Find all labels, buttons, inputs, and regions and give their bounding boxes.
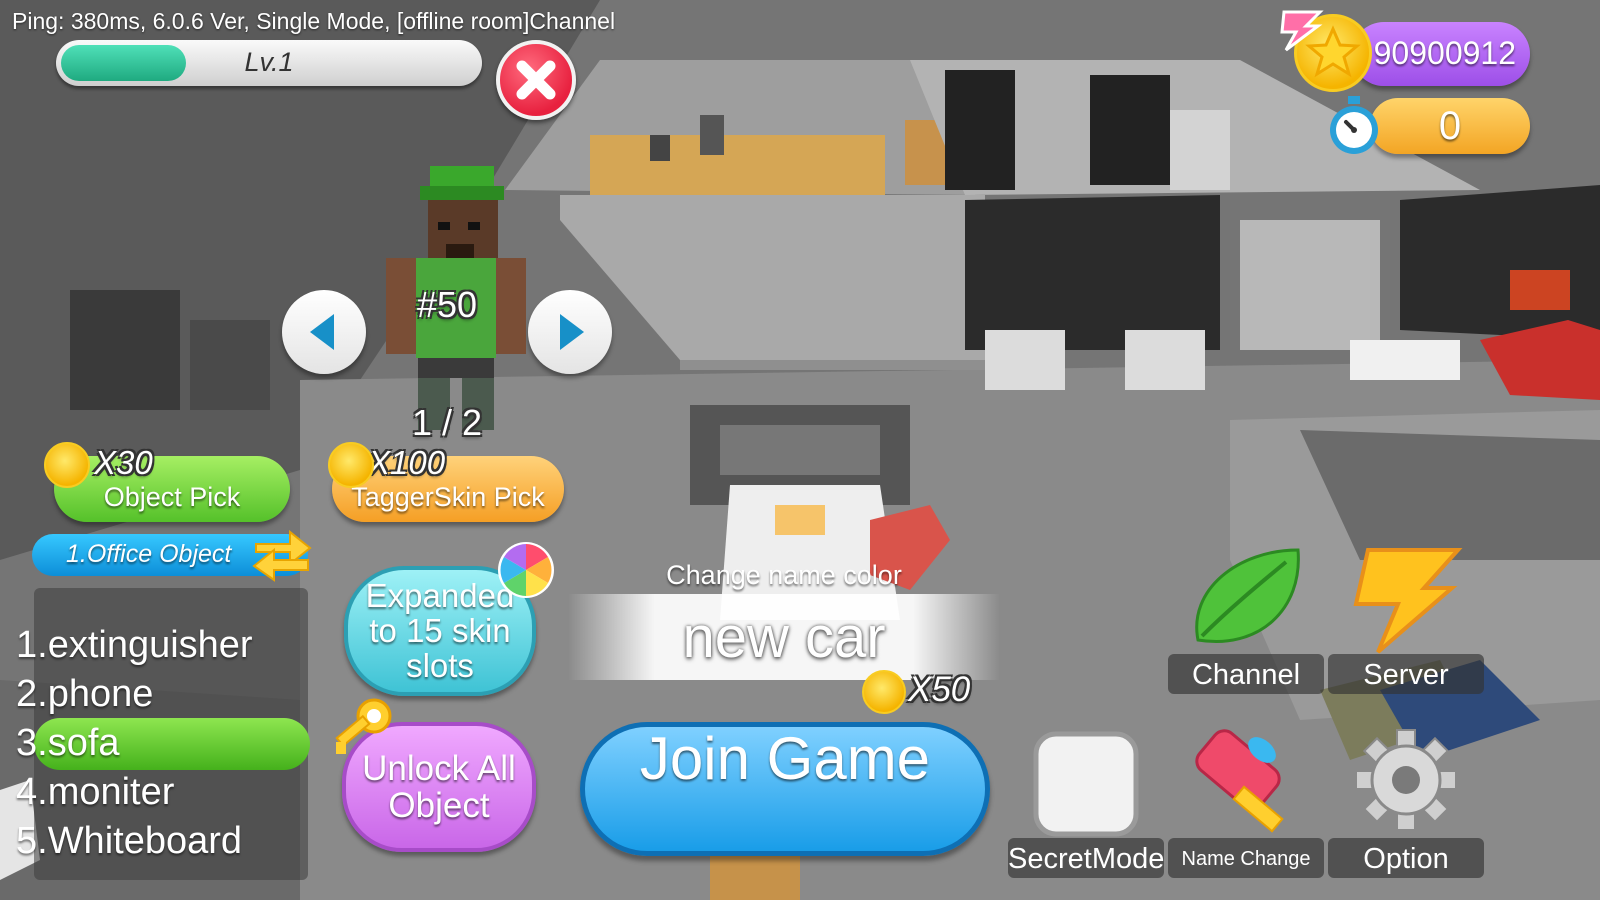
player-name-display[interactable]: new car [568,594,1000,680]
option-label: Option [1363,843,1449,875]
name-change-label-bg: Name Change [1168,838,1324,878]
gear-icon [1355,729,1457,831]
chevron-left-icon [310,314,334,350]
name-change-label: Name Change [1181,848,1311,870]
close-button[interactable] [496,40,576,120]
blank-square-icon [1033,731,1139,837]
lightning-badge-icon [1280,10,1324,52]
timer-value: 0 [1438,104,1462,148]
stopwatch-icon [1330,96,1378,154]
coin-icon [44,442,90,488]
server-label-bg: Server [1328,654,1484,694]
skin-number-label: #50 [416,284,478,325]
previous-skin-button[interactable] [282,290,366,374]
server-button[interactable]: Server [1328,540,1484,696]
timer-bar: 0 [1370,98,1530,154]
key-icon [335,698,392,754]
close-icon [516,60,556,100]
list-item-selected[interactable]: 3.sofa [16,722,120,765]
name-change-button[interactable]: Name Change [1168,726,1324,880]
option-label-bg: Option [1328,838,1484,878]
next-skin-button[interactable] [528,290,612,374]
level-label: Lv.1 [244,47,294,77]
leaf-icon [1195,548,1300,643]
secret-mode-label: SecretMode [1008,843,1165,875]
channel-label-bg: Channel [1168,654,1324,694]
option-button[interactable]: Option [1328,726,1484,880]
tagger-pick-cost: X100 [368,444,446,481]
server-label: Server [1363,659,1449,691]
channel-button[interactable]: Channel [1168,540,1324,696]
object-pick-label: Object Pick [103,482,241,512]
channel-label: Channel [1191,659,1301,691]
secret-mode-label-bg: SecretMode [1008,838,1164,878]
list-item[interactable]: 1.extinguisher [16,624,253,667]
join-game-button[interactable]: Join Game [580,722,990,856]
coin-icon [328,442,374,488]
list-item[interactable]: 5.Whiteboard [16,820,242,863]
connection-status-text: Ping: 380ms, 6.0.6 Ver, Single Mode, [of… [12,8,616,34]
lightning-icon [1353,548,1463,654]
hammer-icon [1195,729,1284,833]
level-progress-bar: Lv.1 [56,40,482,86]
secret-mode-button[interactable]: SecretMode [1008,730,1164,880]
player-name: new car [682,605,886,670]
coin-icon [862,670,906,714]
tagger-pick-label: TaggerSkin Pick [351,482,545,512]
name-color-cost: X50 [908,670,971,709]
list-item[interactable]: 2.phone [16,673,153,716]
coin-balance-bar: 90900912 [1352,22,1530,86]
chevron-right-icon [560,314,584,350]
join-game-label: Join Game [639,725,931,792]
coin-balance: 90900912 [1373,35,1516,71]
list-item[interactable]: 4.moniter [16,771,174,814]
skin-page-indicator: 1 / 2 [411,402,483,443]
object-pick-cost: X30 [94,444,153,481]
